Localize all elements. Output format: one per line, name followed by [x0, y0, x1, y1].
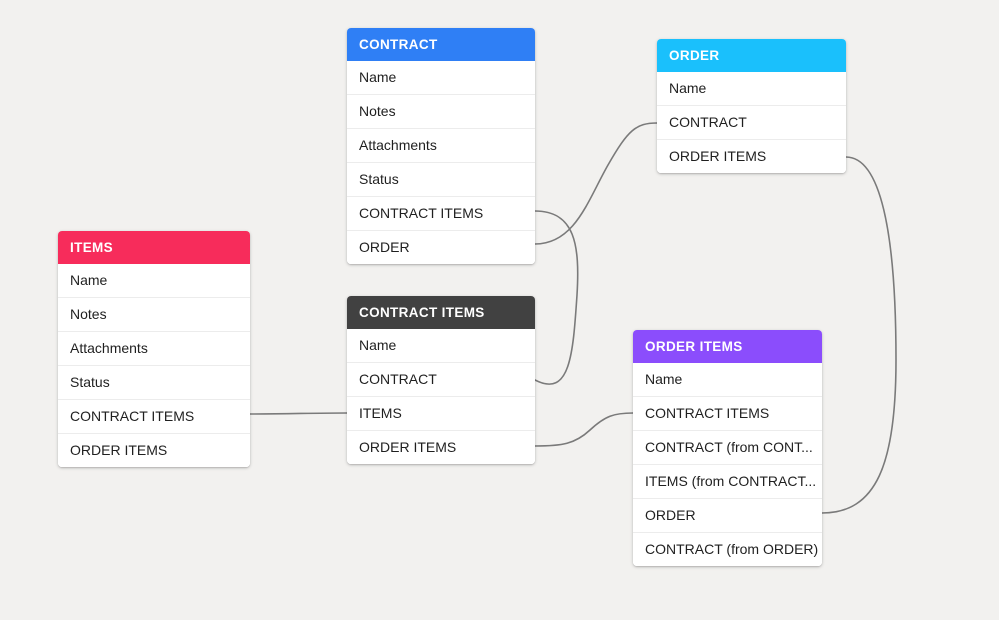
- field-row[interactable]: Name: [633, 363, 822, 397]
- field-row[interactable]: ORDER ITEMS: [58, 434, 250, 467]
- table-card-order-items[interactable]: ORDER ITEMS Name CONTRACT ITEMS CONTRACT (f…: [633, 330, 822, 566]
- relationship-link[interactable]: [249, 412, 348, 415]
- field-row[interactable]: Name: [58, 264, 250, 298]
- field-row[interactable]: CONTRACT (from ORDER): [633, 533, 822, 566]
- field-row[interactable]: CONTRACT ITEMS: [347, 197, 535, 231]
- field-row[interactable]: ITEMS (from CONTRACT...: [633, 465, 822, 499]
- table-header-contract-items[interactable]: CONTRACT ITEMS: [347, 296, 535, 329]
- table-header-order[interactable]: ORDER: [657, 39, 846, 72]
- field-row[interactable]: CONTRACT: [347, 363, 535, 397]
- field-row[interactable]: Status: [58, 366, 250, 400]
- field-row[interactable]: CONTRACT ITEMS: [633, 397, 822, 431]
- field-list-contract: Name Notes Attachments Status CONTRACT ITEMS…: [347, 61, 535, 264]
- field-row[interactable]: Notes: [58, 298, 250, 332]
- table-card-contract-items[interactable]: CONTRACT ITEMS Name CONTRACT ITEMS ORDER ITE…: [347, 296, 535, 464]
- field-row[interactable]: Notes: [347, 95, 535, 129]
- field-row[interactable]: CONTRACT ITEMS: [58, 400, 250, 434]
- field-row[interactable]: Status: [347, 163, 535, 197]
- field-list-contract-items: Name CONTRACT ITEMS ORDER ITEMS: [347, 329, 535, 464]
- relationship-link[interactable]: [534, 210, 579, 385]
- field-row[interactable]: Name: [347, 329, 535, 363]
- field-row[interactable]: CONTRACT (from CONT...: [633, 431, 822, 465]
- diagram-canvas[interactable]: ITEMS Name Notes Attachments Status CONTRACT …: [0, 0, 999, 620]
- table-header-contract[interactable]: CONTRACT: [347, 28, 535, 61]
- table-header-items[interactable]: ITEMS: [58, 231, 250, 264]
- relationship-link[interactable]: [534, 412, 634, 447]
- field-list-order: Name CONTRACT ORDER ITEMS: [657, 72, 846, 173]
- field-row[interactable]: ORDER ITEMS: [347, 431, 535, 464]
- table-card-order[interactable]: ORDER Name CONTRACT ORDER ITEMS: [657, 39, 846, 173]
- table-header-order-items[interactable]: ORDER ITEMS: [633, 330, 822, 363]
- field-list-order-items: Name CONTRACT ITEMS CONTRACT (from CONT...…: [633, 363, 822, 566]
- field-row[interactable]: Name: [347, 61, 535, 95]
- field-row[interactable]: ORDER: [633, 499, 822, 533]
- field-row[interactable]: ORDER ITEMS: [657, 140, 846, 173]
- field-row[interactable]: Name: [657, 72, 846, 106]
- field-row[interactable]: CONTRACT: [657, 106, 846, 140]
- table-card-items[interactable]: ITEMS Name Notes Attachments Status CONTRACT …: [58, 231, 250, 467]
- field-row[interactable]: Attachments: [347, 129, 535, 163]
- field-list-items: Name Notes Attachments Status CONTRACT ITEMS…: [58, 264, 250, 467]
- field-row[interactable]: ORDER: [347, 231, 535, 264]
- table-card-contract[interactable]: CONTRACT Name Notes Attachments Status CONTRA…: [347, 28, 535, 264]
- relationship-link[interactable]: [821, 156, 897, 514]
- relationship-link[interactable]: [534, 122, 658, 245]
- field-row[interactable]: Attachments: [58, 332, 250, 366]
- field-row[interactable]: ITEMS: [347, 397, 535, 431]
